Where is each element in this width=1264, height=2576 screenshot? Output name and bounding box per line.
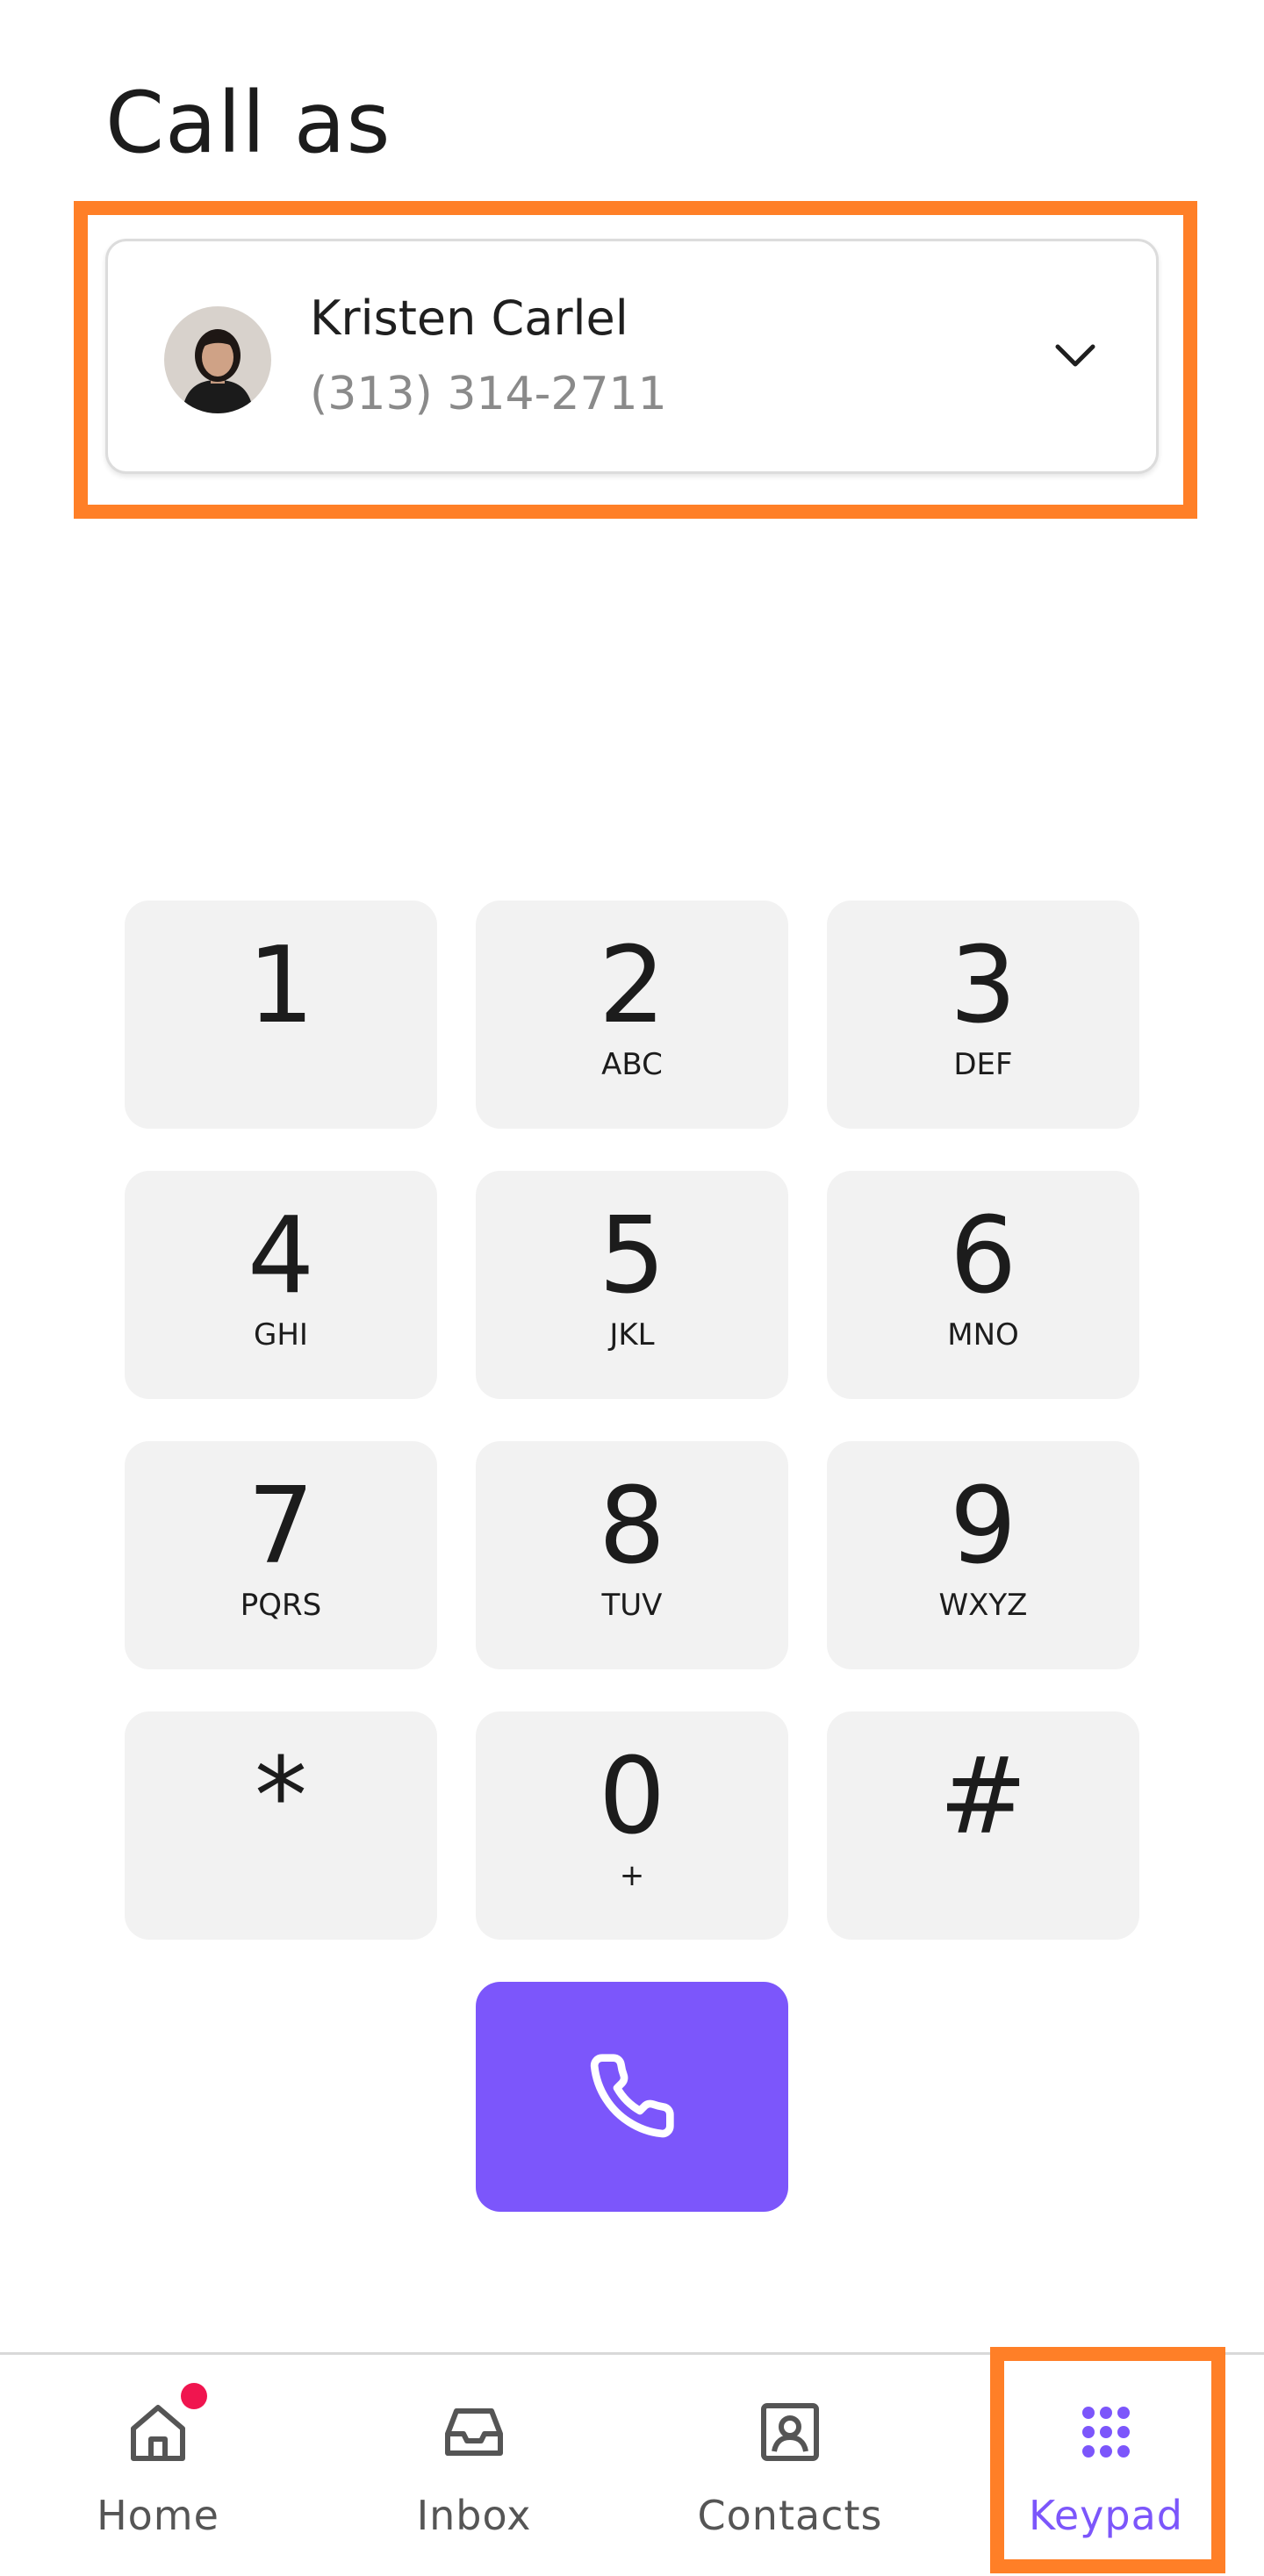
key-digit: 5 bbox=[598, 1195, 666, 1317]
key-letters: DEF bbox=[953, 1047, 1013, 1082]
key-9[interactable]: 9 WXYZ bbox=[827, 1441, 1139, 1669]
nav-label: Keypad bbox=[1029, 2492, 1183, 2539]
avatar bbox=[164, 306, 271, 413]
key-digit: 2 bbox=[598, 925, 666, 1047]
key-2[interactable]: 2 ABC bbox=[476, 901, 788, 1129]
nav-item-inbox[interactable]: Inbox bbox=[316, 2355, 632, 2576]
key-letters: TUV bbox=[601, 1588, 663, 1623]
nav-item-keypad[interactable]: Keypad bbox=[948, 2355, 1264, 2576]
key-hash[interactable]: # bbox=[827, 1711, 1139, 1940]
key-letters: WXYZ bbox=[938, 1588, 1028, 1623]
key-8[interactable]: 8 TUV bbox=[476, 1441, 788, 1669]
bottom-navigation: Home Inbox Contacts Keypad bbox=[0, 2352, 1264, 2573]
key-letters: ABC bbox=[601, 1047, 663, 1082]
nav-item-home[interactable]: Home bbox=[0, 2355, 316, 2576]
key-3[interactable]: 3 DEF bbox=[827, 901, 1139, 1129]
key-5[interactable]: 5 JKL bbox=[476, 1171, 788, 1399]
home-icon bbox=[131, 2405, 185, 2461]
key-letters: + bbox=[619, 1858, 645, 1893]
key-digit: # bbox=[938, 1736, 1028, 1858]
key-letters: JKL bbox=[609, 1317, 655, 1353]
key-letters: GHI bbox=[254, 1317, 308, 1353]
chevron-down-icon[interactable] bbox=[1051, 331, 1100, 380]
caller-name: Kristen Carlel bbox=[310, 291, 628, 346]
key-star[interactable]: * bbox=[125, 1711, 437, 1940]
call-button[interactable] bbox=[476, 1982, 788, 2212]
key-digit: 9 bbox=[949, 1466, 1017, 1588]
nav-label: Inbox bbox=[416, 2492, 532, 2539]
keypad-grid-icon bbox=[1082, 2407, 1130, 2458]
key-letters: MNO bbox=[947, 1317, 1019, 1353]
key-digit: 4 bbox=[247, 1195, 315, 1317]
page-title: Call as bbox=[105, 74, 391, 172]
key-digit: 1 bbox=[247, 925, 315, 1047]
key-digit: * bbox=[255, 1736, 307, 1858]
nav-item-contacts[interactable]: Contacts bbox=[632, 2355, 948, 2576]
key-4[interactable]: 4 GHI bbox=[125, 1171, 437, 1399]
contacts-icon bbox=[761, 2403, 819, 2461]
key-digit: 0 bbox=[598, 1736, 666, 1858]
nav-label: Contacts bbox=[697, 2492, 883, 2539]
key-6[interactable]: 6 MNO bbox=[827, 1171, 1139, 1399]
phone-icon bbox=[590, 2054, 674, 2138]
key-digit: 6 bbox=[949, 1195, 1017, 1317]
key-digit: 8 bbox=[598, 1466, 666, 1588]
caller-id-selector[interactable]: Kristen Carlel (313) 314-2711 bbox=[105, 239, 1159, 474]
key-7[interactable]: 7 PQRS bbox=[125, 1441, 437, 1669]
key-0[interactable]: 0 + bbox=[476, 1711, 788, 1940]
key-digit: 7 bbox=[247, 1466, 315, 1588]
nav-label: Home bbox=[97, 2492, 219, 2539]
key-digit: 3 bbox=[949, 925, 1017, 1047]
key-1[interactable]: 1 bbox=[125, 901, 437, 1129]
notification-dot bbox=[181, 2383, 207, 2409]
caller-number: (313) 314-2711 bbox=[310, 368, 667, 420]
inbox-icon bbox=[445, 2408, 503, 2456]
key-letters: PQRS bbox=[240, 1588, 322, 1623]
